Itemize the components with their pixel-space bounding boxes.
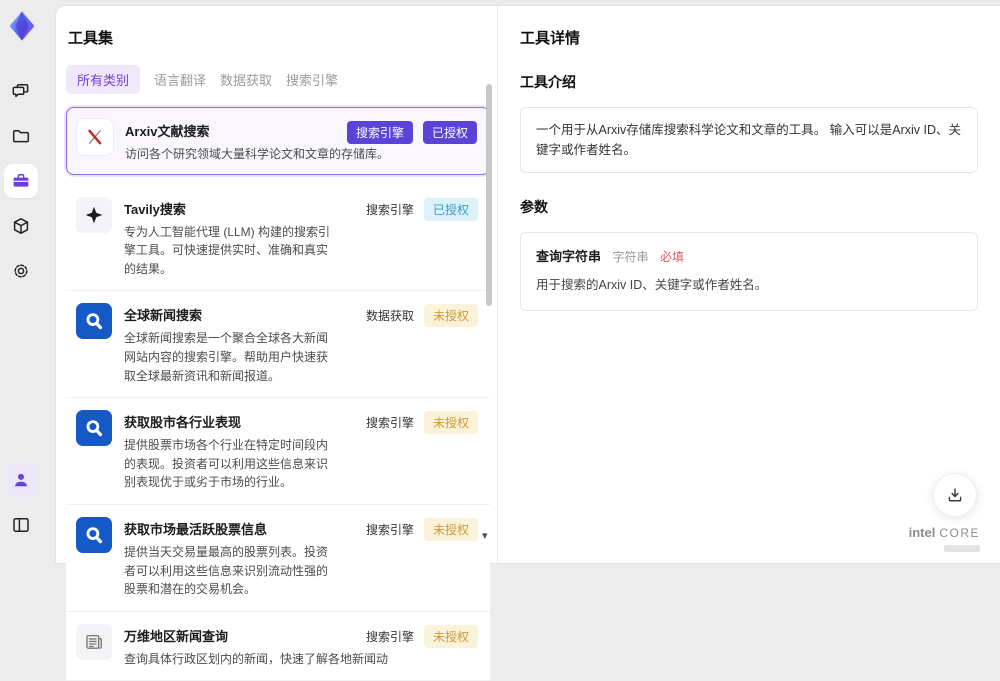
param-name: 查询字符串	[536, 249, 602, 264]
tool-tags: 搜索引擎 已授权	[346, 121, 477, 144]
sector-performance-icon	[76, 410, 112, 447]
tool-card-1[interactable]: Tavily搜索 专为人工智能代理 (LLM) 构建的搜索引擎工具。可快速提供实时…	[66, 184, 490, 292]
tool-desc: 查询具体行政区划内的新闻，快速了解各地新闻动	[124, 651, 389, 666]
tool-tags: 搜索引擎 未授权	[365, 624, 478, 648]
param-box: 查询字符串 字符串 必填 用于搜索的Arxiv ID、关键字或作者姓名。	[520, 232, 978, 311]
tool-tags: 搜索引擎 未授权	[365, 411, 478, 435]
tool-desc: 专为人工智能代理 (LLM) 构建的搜索引擎工具。可快速提供实时、准确和真实的结…	[124, 224, 331, 276]
ultra-mark	[944, 545, 980, 552]
auth-badge: 已授权	[422, 121, 477, 144]
left-rail	[0, 0, 56, 563]
tool-card-0[interactable]: Arxiv文献搜索 访问各个研究领域大量科学论文和文章的存储库。 搜索引擎 已授权	[66, 107, 490, 175]
intel-wordmark: intel	[908, 525, 936, 540]
arxiv-icon	[77, 119, 113, 155]
regional-news-icon	[76, 623, 112, 660]
active-stocks-icon	[76, 516, 112, 553]
tool-desc: 提供股票市场各个行业在特定时间段内的表现。投资者可以利用这些信息来识别表现优于或…	[124, 438, 329, 490]
auth-badge: 未授权	[423, 411, 478, 435]
category-badge: 搜索引擎	[365, 202, 414, 217]
tool-tags: 搜索引擎 未授权	[365, 517, 478, 541]
tool-desc: 访问各个研究领域大量科学论文和文章的存储库。	[125, 147, 390, 161]
rail-chat-icon[interactable]	[4, 74, 38, 108]
intro-box: 一个用于从Arxiv存储库搜索科学论文和文章的工具。 输入可以是Arxiv ID…	[520, 107, 978, 173]
tool-card-4[interactable]: 获取市场最活跃股票信息 提供当天交易量最高的股票列表。投资者可以利用这些信息来识别…	[66, 504, 490, 612]
page-title: 工具集	[68, 30, 114, 47]
rail-settings-icon[interactable]	[4, 254, 38, 288]
auth-badge: 未授权	[423, 304, 478, 328]
download-button[interactable]	[933, 473, 977, 517]
tool-list-pane: 工具集 所有类别 语言翻译 数据获取 搜索引擎 Arxiv文献搜索 访问各个研究领域大量…	[66, 6, 490, 681]
intro-heading: 工具介绍	[520, 74, 576, 90]
rail-user-icon[interactable]	[4, 463, 38, 497]
tool-desc: 提供当天交易量最高的股票列表。投资者可以利用这些信息来识别流动性强的股票和潜在的…	[124, 544, 329, 597]
tool-desc: 全球新闻搜索是一个聚合全球各大新闻网站内容的搜索引擎。帮助用户快速获取全球最新资…	[124, 331, 329, 383]
rail-package-icon[interactable]	[4, 209, 38, 243]
category-badge: 搜索引擎	[346, 121, 413, 144]
tab-1[interactable]: 语言翻译	[154, 65, 206, 94]
detail-title: 工具详情	[520, 30, 581, 47]
param-type: 字符串	[612, 250, 649, 264]
rail-toolbox-icon[interactable]	[4, 164, 38, 198]
params-heading: 参数	[520, 199, 548, 215]
rail-bottom	[4, 463, 38, 553]
category-badge: 搜索引擎	[365, 416, 414, 431]
list-scrollbar[interactable]	[486, 84, 492, 306]
core-wordmark: CORE	[939, 526, 980, 540]
param-head: 查询字符串 字符串 必填	[536, 246, 962, 266]
tool-list: Arxiv文献搜索 访问各个研究领域大量科学论文和文章的存储库。 搜索引擎 已授权 Ta…	[66, 107, 490, 681]
tool-detail-pane: 工具详情 工具介绍 一个用于从Arxiv存储库搜索科学论文和文章的工具。 输入可…	[497, 6, 1000, 563]
auth-badge: 未授权	[423, 517, 478, 541]
rail-folder-icon[interactable]	[4, 119, 38, 153]
main-panel: 工具集 所有类别 语言翻译 数据获取 搜索引擎 Arxiv文献搜索 访问各个研究领域大量…	[56, 6, 1000, 681]
tool-card-3[interactable]: 获取股市各行业表现 提供股票市场各个行业在特定时间段内的表现。投资者可以利用这些信…	[66, 398, 490, 505]
tab-0[interactable]: 所有类别	[66, 65, 141, 94]
intel-core-logo: intel CORE	[909, 525, 980, 552]
rail-panel-toggle-icon[interactable]	[4, 508, 38, 542]
tool-tags: 搜索引擎 已授权	[365, 197, 478, 221]
tool-tags: 数据获取 未授权	[365, 304, 478, 328]
tool-card-5[interactable]: 万维地区新闻查询 查询具体行政区划内的新闻，快速了解各地新闻动 搜索引擎 未授权	[66, 611, 490, 681]
app-logo	[4, 8, 40, 44]
auth-badge: 未授权	[423, 624, 478, 648]
tab-3[interactable]: 搜索引擎	[286, 65, 338, 94]
scroll-down-arrow-icon[interactable]: ▾	[482, 531, 488, 542]
category-badge: 搜索引擎	[365, 629, 414, 644]
category-badge: 搜索引擎	[365, 522, 414, 537]
auth-badge: 已授权	[423, 197, 478, 221]
global-news-icon	[76, 303, 112, 340]
param-desc: 用于搜索的Arxiv ID、关键字或作者姓名。	[536, 278, 768, 292]
param-required-badge: 必填	[659, 250, 684, 264]
tavily-icon	[76, 196, 112, 233]
tool-card-2[interactable]: 全球新闻搜索 全球新闻搜索是一个聚合全球各大新闻网站内容的搜索引擎。帮助用户快速获…	[66, 291, 490, 399]
category-badge: 数据获取	[365, 309, 414, 324]
tab-2[interactable]: 数据获取	[220, 65, 272, 94]
rail-nav	[4, 74, 38, 299]
category-tabs: 所有类别 语言翻译 数据获取 搜索引擎	[66, 65, 490, 94]
